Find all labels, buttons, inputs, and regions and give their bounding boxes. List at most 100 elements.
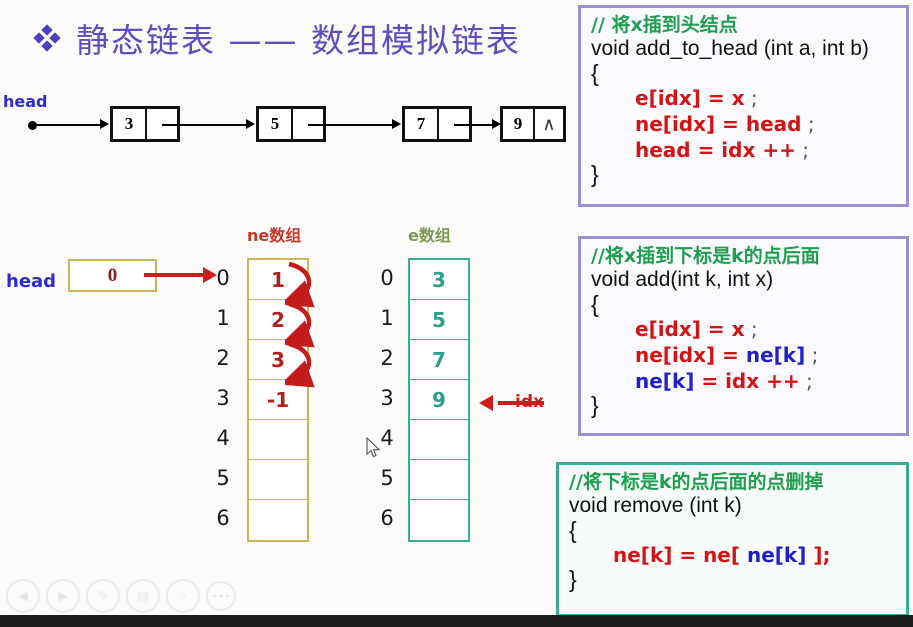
e-array-cell-6 xyxy=(410,500,468,540)
e-index-0: 0 xyxy=(380,266,394,290)
next-slide-icon[interactable]: ▶ xyxy=(46,579,80,613)
code-token: ne[k] = ne[ xyxy=(613,542,747,567)
slide-canvas: 静态链表 —— 数组模拟链表 head 3 5 7 9 ∧ ne数组 e数组 h… xyxy=(0,0,913,627)
ne-array-cell-5 xyxy=(249,460,307,500)
code-statement-1: ne[idx] = ne[k] ; xyxy=(591,342,896,368)
ne-index-column: 0 1 2 3 4 5 6 xyxy=(212,258,234,538)
code-token: ne[k] xyxy=(635,368,695,393)
code-signature: void add(int k, int x) xyxy=(591,268,774,292)
code-open-brace: { xyxy=(569,516,577,543)
ne-index-5: 5 xyxy=(216,466,230,490)
e-array-cell-1: 5 xyxy=(410,300,468,340)
ll-connector xyxy=(308,124,396,126)
e-index-column: 0123456 xyxy=(376,258,398,538)
e-index-6: 6 xyxy=(380,506,394,530)
code-signature: void remove (int k) xyxy=(569,494,742,518)
code-open-brace: { xyxy=(591,59,599,86)
ne-index-0: 0 xyxy=(216,266,230,290)
linked-list-diagram: head 3 5 7 9 ∧ xyxy=(0,92,575,172)
e-index-3: 3 xyxy=(380,386,394,410)
ne-index-1: 1 xyxy=(216,306,230,330)
linked-list-head-label: head xyxy=(3,92,48,111)
code-close-brace: } xyxy=(591,160,599,187)
code-open-brace: { xyxy=(591,290,599,317)
code-token: ; xyxy=(805,342,819,367)
code-token: ; xyxy=(801,111,815,136)
code-signature: void add_to_head (int a, int b) xyxy=(591,37,869,61)
code-statement-0: e[idx] = x ; xyxy=(591,85,896,111)
node-null-marker: ∧ xyxy=(542,113,556,134)
code-token: ]; xyxy=(806,542,831,567)
code-comment: //将下标是k的点后面的点删掉 xyxy=(569,471,824,493)
array-simulation-diagram: ne数组 e数组 head 0 0123456 1 2 3 -1 0123456 35… xyxy=(0,222,575,542)
code-token: head = idx ++ xyxy=(635,137,796,162)
e-index-2: 2 xyxy=(380,346,394,370)
array-head-label: head xyxy=(6,271,57,292)
code-token: ne[k] xyxy=(746,542,807,567)
ll-arrowhead-icon xyxy=(246,119,255,129)
node-value: 9 xyxy=(503,109,535,139)
ll-connector xyxy=(36,124,104,126)
e-array-title: e数组 xyxy=(408,226,451,245)
code-comment: // 将x插到头结点 xyxy=(591,14,738,36)
code-token: ; xyxy=(799,368,813,393)
ll-connector xyxy=(162,124,250,126)
ne-link-arrows-icon xyxy=(285,261,315,388)
e-index-1: 1 xyxy=(380,306,394,330)
presentation-toolbar[interactable]: ◀ ▶ ✎ ▤ ⌕ ••• xyxy=(6,579,236,613)
idx-arrow-icon xyxy=(479,395,493,411)
zoom-magnifier-icon[interactable]: ⌕ xyxy=(166,579,200,613)
head-arrow-line xyxy=(144,273,206,277)
code-box-add: //将x插到下标是k的点后面 void add(int k, int x){e[i… xyxy=(578,236,909,436)
ne-array-cell-6 xyxy=(249,500,307,540)
e-array-cell-4 xyxy=(410,420,468,460)
ne-index-6: 6 xyxy=(216,506,230,530)
bottom-black-bar xyxy=(0,615,913,627)
code-token: ; xyxy=(744,85,758,110)
ll-arrowhead-icon xyxy=(100,119,109,129)
code-token: ne[idx] = xyxy=(635,342,746,367)
code-statement-0: ne[k] = ne[ ne[k] ]; xyxy=(569,542,896,568)
ne-index-3: 3 xyxy=(216,386,230,410)
code-token: e[idx] = x xyxy=(635,316,745,341)
e-array-column: 3579 xyxy=(408,258,470,542)
node-value: 3 xyxy=(113,109,147,139)
page-title: 静态链表 —— 数组模拟链表 xyxy=(33,14,521,62)
ll-arrowhead-icon xyxy=(392,119,401,129)
idx-label: idx xyxy=(515,392,544,412)
code-comment: //将x插到下标是k的点后面 xyxy=(591,245,820,267)
e-array-cell-3: 9 xyxy=(410,380,468,420)
code-statement-2: head = idx ++ ; xyxy=(591,137,896,163)
more-options-icon[interactable]: ••• xyxy=(206,581,236,611)
node-value: 7 xyxy=(405,109,439,139)
previous-slide-icon[interactable]: ◀ xyxy=(6,579,40,613)
title-text: 静态链表 —— 数组模拟链表 xyxy=(76,21,521,60)
code-close-brace: } xyxy=(591,391,599,418)
code-token: ; xyxy=(795,137,809,162)
code-box-add-to-head: // 将x插到头结点 void add_to_head (int a, int b… xyxy=(578,5,909,207)
code-statement-0: e[idx] = x ; xyxy=(591,316,896,342)
pen-annotate-icon[interactable]: ✎ xyxy=(86,579,120,613)
mouse-cursor-icon xyxy=(366,437,381,458)
code-close-brace: } xyxy=(569,565,577,592)
ne-index-4: 4 xyxy=(216,426,230,450)
e-index-5: 5 xyxy=(380,466,394,490)
node-value: 5 xyxy=(259,109,293,139)
slide-grid-icon[interactable]: ▤ xyxy=(126,579,160,613)
e-array-cell-5 xyxy=(410,460,468,500)
e-array-cell-2: 7 xyxy=(410,340,468,380)
code-token: ne[idx] = head xyxy=(635,111,802,136)
diamond-bullet-icon xyxy=(33,24,61,52)
code-statement-1: ne[idx] = head ; xyxy=(591,111,896,137)
e-array-cell-0: 3 xyxy=(410,260,468,300)
list-node-tail: 9 ∧ xyxy=(500,106,566,142)
code-token: ne[k] xyxy=(745,342,806,367)
code-token: ; xyxy=(744,316,758,341)
ne-index-2: 2 xyxy=(216,346,230,370)
ne-array-title: ne数组 xyxy=(247,226,302,245)
code-token: = idx ++ xyxy=(694,368,800,393)
code-statement-2: ne[k] = idx ++ ; xyxy=(591,368,896,394)
code-box-remove: //将下标是k的点后面的点删掉 void remove (int k){ne[k]… xyxy=(556,462,909,617)
ll-connector xyxy=(454,124,496,126)
code-token: e[idx] = x xyxy=(635,85,745,110)
